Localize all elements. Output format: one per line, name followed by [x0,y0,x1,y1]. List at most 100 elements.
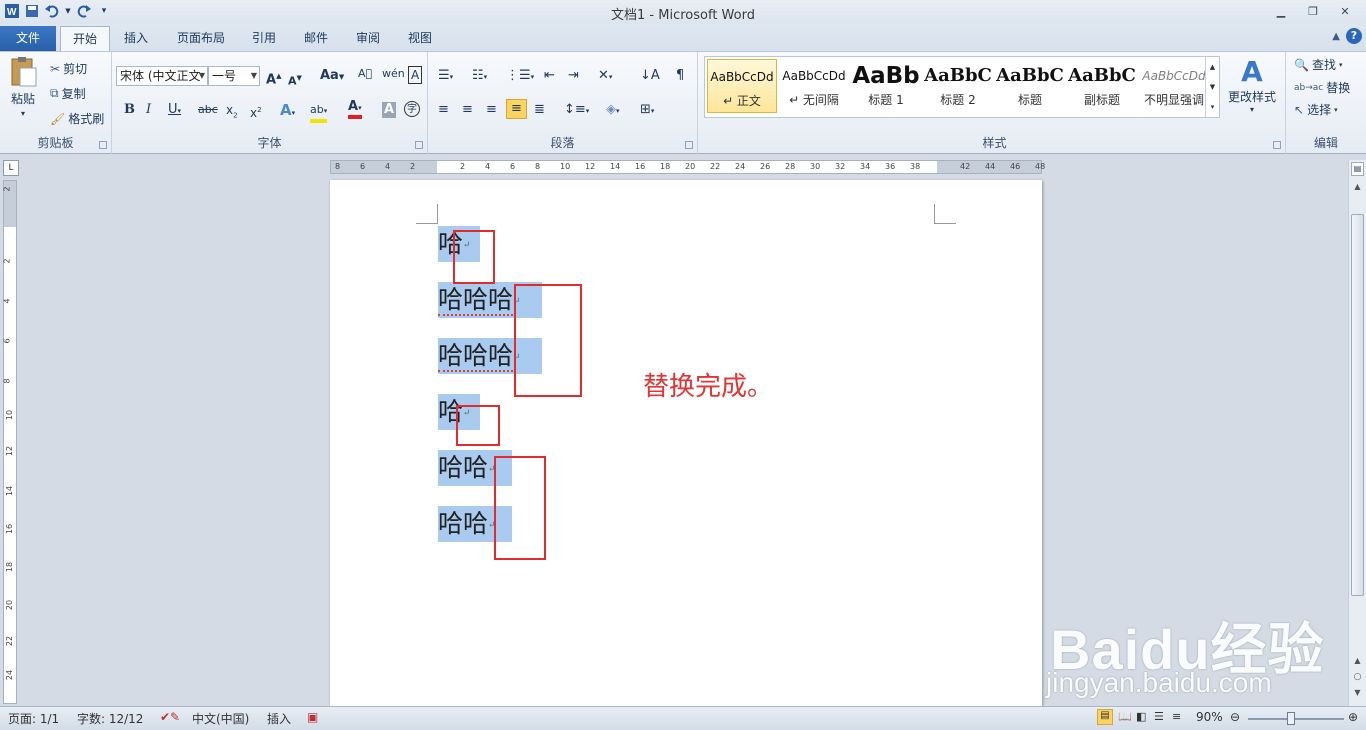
style-heading-2[interactable]: AaBbC 标题 2 [923,59,993,113]
style-subtitle[interactable]: AaBbC 副标题 [1067,59,1137,113]
collapse-ribbon-icon[interactable]: ▲ [1332,31,1340,42]
font-name-dropdown-icon[interactable]: ▼ [199,67,205,85]
style-normal[interactable]: AaBbCcDd ↵ 正文 [707,59,777,113]
cut-button[interactable]: ✂ 剪切 [50,60,87,77]
proofing-icon[interactable]: ✔✎ [160,710,180,724]
print-layout-view-icon[interactable]: ▤ [1097,709,1113,725]
line-text: 哈哈哈 [438,285,514,316]
align-center-icon[interactable]: ≡ [462,102,473,118]
sort-icon[interactable]: ↓A [640,68,660,84]
enclose-characters-icon[interactable]: 字 [404,101,420,117]
zoom-slider-thumb[interactable] [1287,712,1295,725]
align-left-icon[interactable]: ≡ [438,102,449,118]
zoom-level[interactable]: 90% [1196,710,1223,724]
tab-references[interactable]: 引用 [240,26,288,51]
character-shading-icon[interactable]: A [382,102,397,118]
font-name-combo[interactable]: 宋体 (中文正文 ▼ [116,66,208,86]
help-icon[interactable]: ? [1346,28,1362,44]
clear-formatting-icon[interactable]: A⃠ [358,66,372,82]
clipboard-launcher-icon[interactable] [99,141,107,149]
outline-view-icon[interactable]: ☰ [1154,710,1164,723]
tab-insert[interactable]: 插入 [112,26,160,51]
bold-icon[interactable]: B [124,102,135,118]
justify-icon[interactable]: ≡ [506,99,527,119]
character-border-icon[interactable]: A [408,66,423,84]
chinese-layout-icon[interactable]: ✕▾ [598,68,612,85]
style-subtle-emphasis[interactable]: AaBbCcDd 不明显强调 [1139,59,1209,113]
status-language[interactable]: 中文(中国) [192,710,249,727]
paste-button[interactable]: 粘贴 ▾ [8,56,38,118]
restore-icon[interactable]: ❐ [1298,2,1328,20]
styles-launcher-icon[interactable] [1273,141,1281,149]
italic-icon[interactable]: I [146,102,151,118]
crop-mark-top-left [416,204,438,224]
show-marks-icon[interactable]: ¶ [676,68,684,84]
copy-button[interactable]: ⧉ 复制 [50,85,86,102]
status-insert-mode[interactable]: 插入 [267,710,291,727]
status-page[interactable]: 页面: 1/1 [8,710,59,727]
line-spacing-icon[interactable]: ↕≡▾ [564,102,589,119]
tab-file[interactable]: 文件 [0,26,56,51]
font-size-dropdown-icon[interactable]: ▼ [251,67,257,85]
replace-button[interactable]: ab→ac 替换 [1294,79,1350,96]
tab-selector-icon[interactable]: L [3,160,19,176]
style-preview: AaBbCcDd [782,69,846,83]
style-title[interactable]: AaBbC 标题 [995,59,1065,113]
view-ruler-icon[interactable]: ▤ [1351,162,1364,176]
font-launcher-icon[interactable] [415,141,423,149]
scroll-thumb[interactable] [1351,214,1364,596]
status-word-count[interactable]: 字数: 12/12 [77,710,143,727]
macro-recording-icon[interactable]: ▣ [307,710,318,724]
ruler-tick-label: 2 [2,258,12,264]
draft-view-icon[interactable]: ≡ [1172,710,1181,723]
distributed-icon[interactable]: ≣ [534,102,545,118]
find-button[interactable]: 🔍 查找 ▾ [1294,56,1342,73]
tab-page-layout[interactable]: 页面布局 [165,26,237,51]
tab-review[interactable]: 审阅 [344,26,392,51]
minimize-icon[interactable]: ▁ [1266,2,1296,20]
zoom-slider-track[interactable] [1248,718,1344,720]
format-painter-button[interactable]: 🖌 格式刷 [50,110,104,127]
paste-dropdown-icon[interactable]: ▾ [21,109,25,118]
scroll-up-icon[interactable]: ▲ [1349,182,1366,191]
highlight-icon[interactable]: ab▾ [310,102,328,123]
tab-mailings[interactable]: 邮件 [292,26,340,51]
grow-font-icon[interactable]: A▲ [266,68,281,88]
zoom-out-icon[interactable]: ⊖ [1230,710,1240,724]
change-styles-button[interactable]: A 更改样式 ▾ [1228,56,1276,115]
subscript-icon[interactable]: x2 [226,102,238,123]
strikethrough-icon[interactable]: abc [198,102,218,118]
zoom-in-icon[interactable]: ⊕ [1348,710,1358,724]
horizontal-ruler[interactable]: 8 6 4 2 2 4 6 8 10 12 14 16 18 20 22 24 26 28 30 32 34 36 38 42… [330,160,1045,174]
style-no-spacing[interactable]: AaBbCcDd ↵ 无间隔 [779,59,849,113]
tab-home[interactable]: 开始 [60,26,110,52]
paragraph-launcher-icon[interactable] [685,141,693,149]
vertical-ruler[interactable]: 2 2 4 6 8 10 12 14 16 18 20 22 24 [3,180,17,704]
tab-view[interactable]: 视图 [396,26,444,51]
multilevel-list-icon[interactable]: ⋮☰▾ [506,68,534,85]
shading-icon[interactable]: ◈▾ [606,102,620,119]
web-layout-view-icon[interactable]: ◧ [1136,710,1146,723]
text-effects-icon[interactable]: A▾ [280,102,295,121]
full-screen-view-icon[interactable]: 📖 [1118,710,1132,723]
ruler-tick-label: 2 [2,186,12,192]
font-size-combo[interactable]: 一号 ▼ [208,66,260,86]
document-page[interactable]: 哈↵ 哈哈哈↵ 哈哈哈↵ 哈↵ 哈哈↵ 哈哈↵ 替换完成。 [330,180,1042,706]
style-heading-1[interactable]: AaBb 标题 1 [851,59,921,113]
font-color-icon[interactable]: A▾ [348,100,362,119]
bullets-icon[interactable]: ☰▾ [438,68,453,85]
numbering-icon[interactable]: ☷▾ [472,68,487,85]
decrease-indent-icon[interactable]: ⇤ [544,68,555,84]
phonetic-guide-icon[interactable]: wén [382,66,405,82]
close-icon[interactable]: ✕ [1330,2,1360,20]
shrink-font-icon[interactable]: A▼ [288,70,302,90]
select-button[interactable]: ↖ 选择 ▾ [1294,101,1338,118]
borders-icon[interactable]: ⊞▾ [640,102,654,119]
ruler-tick-label: 34 [860,162,871,171]
align-right-icon[interactable]: ≡ [486,102,497,118]
superscript-icon[interactable]: x2 [250,102,262,121]
gallery-scroll[interactable]: ▲ ▼ ▾ [1205,57,1219,117]
increase-indent-icon[interactable]: ⇥ [568,68,579,84]
underline-icon[interactable]: U▾ [168,102,181,119]
change-case-button[interactable]: Aa▼ [320,68,344,85]
